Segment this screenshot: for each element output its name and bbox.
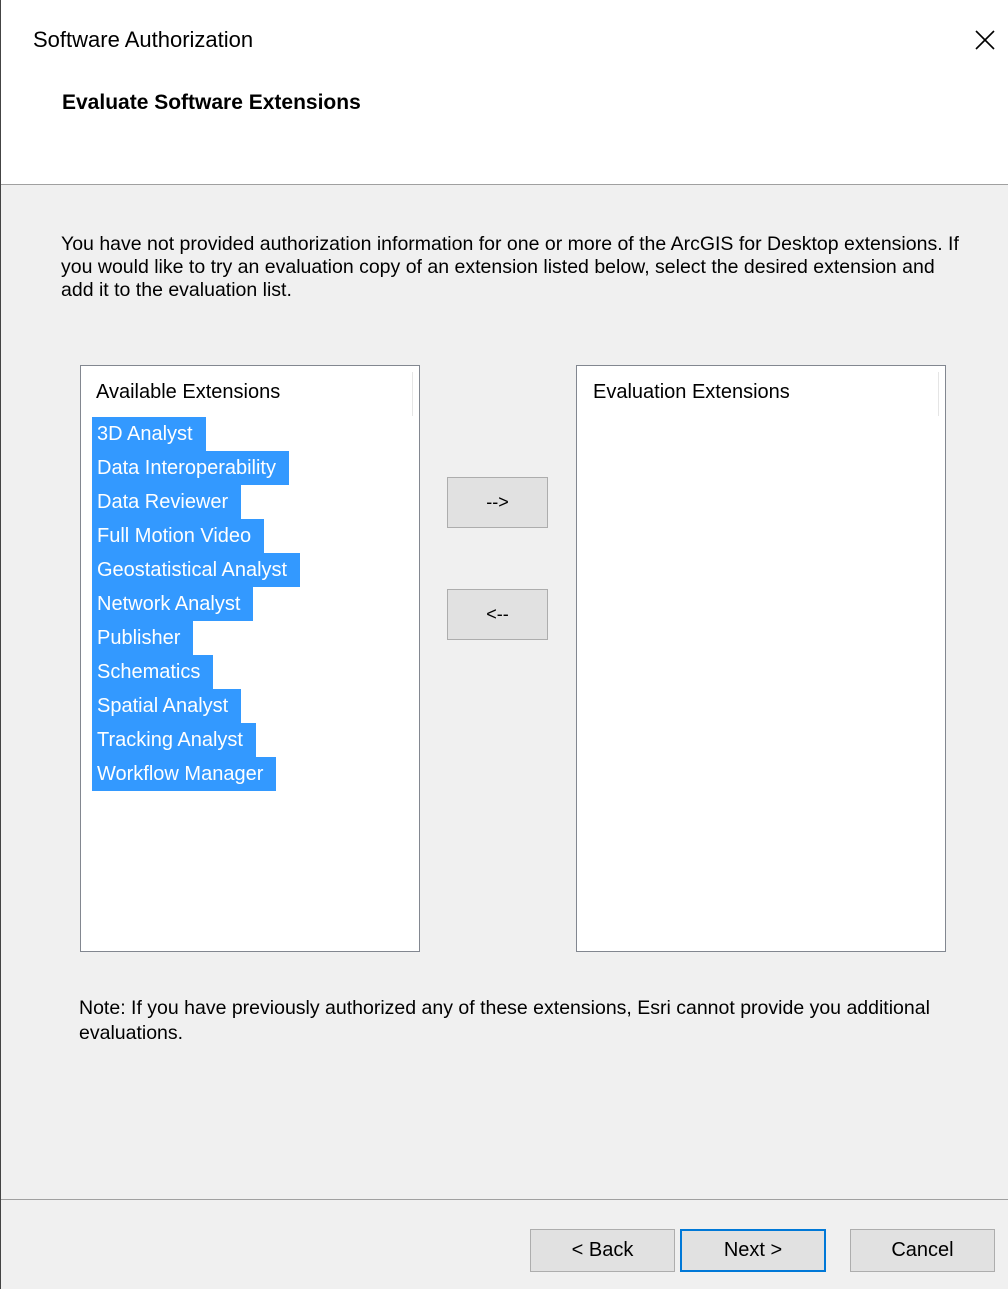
- dialog-header: Software Authorization Evaluate Software…: [1, 0, 1008, 185]
- list-item[interactable]: Network Analyst: [92, 587, 254, 621]
- close-icon: [975, 30, 995, 50]
- column-header-divider: [412, 372, 413, 416]
- available-extensions-items: 3D Analyst Data Interoperability Data Revi…: [92, 417, 301, 791]
- footer-divider: [1, 1199, 1008, 1200]
- available-extensions-header[interactable]: Available Extensions: [81, 366, 413, 416]
- software-authorization-dialog: Software Authorization Evaluate Software…: [0, 0, 1008, 1289]
- list-item[interactable]: Schematics: [92, 655, 214, 689]
- list-item[interactable]: Data Reviewer: [92, 485, 242, 519]
- back-button[interactable]: < Back: [530, 1229, 675, 1272]
- list-item[interactable]: Tracking Analyst: [92, 723, 256, 757]
- list-item[interactable]: Spatial Analyst: [92, 689, 242, 723]
- page-heading: Evaluate Software Extensions: [62, 91, 361, 114]
- remove-from-evaluation-button[interactable]: <--: [447, 589, 548, 640]
- evaluation-extensions-header[interactable]: Evaluation Extensions: [577, 366, 939, 416]
- evaluation-extensions-list[interactable]: Evaluation Extensions: [576, 365, 946, 952]
- list-item[interactable]: 3D Analyst: [92, 417, 206, 451]
- note-text: Note: If you have previously authorized …: [79, 997, 930, 1044]
- available-extensions-list[interactable]: Available Extensions 3D Analyst Data Inte…: [80, 365, 420, 952]
- list-item[interactable]: Full Motion Video: [92, 519, 265, 553]
- list-item[interactable]: Geostatistical Analyst: [92, 553, 301, 587]
- column-header-divider: [938, 372, 939, 416]
- next-button[interactable]: Next >: [680, 1229, 826, 1272]
- add-to-evaluation-button[interactable]: -->: [447, 477, 548, 528]
- description-text: You have not provided authorization info…: [61, 233, 959, 301]
- cancel-button[interactable]: Cancel: [850, 1229, 995, 1272]
- list-item[interactable]: Data Interoperability: [92, 451, 289, 485]
- close-button[interactable]: [965, 20, 1005, 60]
- window-title: Software Authorization: [33, 27, 254, 52]
- list-item[interactable]: Publisher: [92, 621, 194, 655]
- list-item[interactable]: Workflow Manager: [92, 757, 277, 791]
